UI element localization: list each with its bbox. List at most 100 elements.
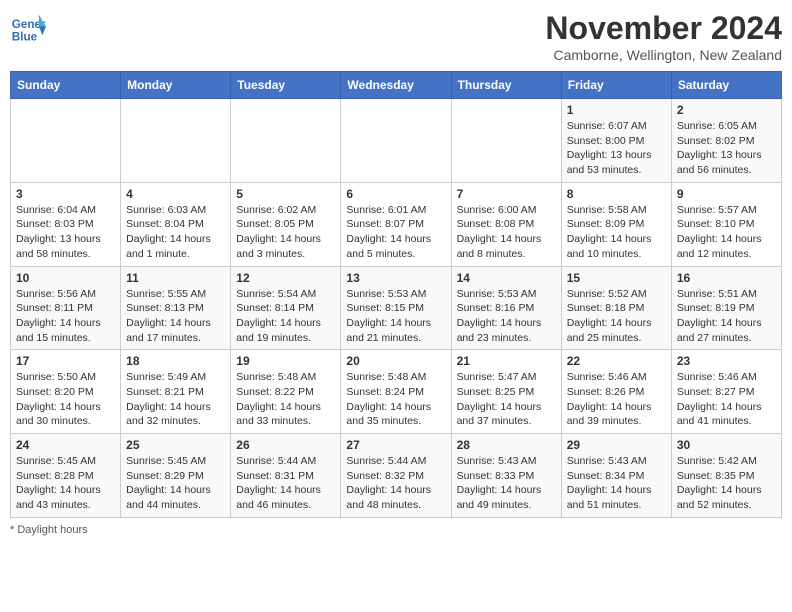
day-info: Sunrise: 5:46 AMSunset: 8:27 PMDaylight:… (677, 370, 776, 429)
day-info: Sunrise: 5:58 AMSunset: 8:09 PMDaylight:… (567, 203, 666, 262)
day-cell: 28Sunrise: 5:43 AMSunset: 8:33 PMDayligh… (451, 434, 561, 518)
day-number: 10 (16, 271, 115, 285)
day-cell: 8 Sunrise: 5:58 AMSunset: 8:09 PMDaylight… (561, 182, 671, 266)
day-cell: 26Sunrise: 5:44 AMSunset: 8:31 PMDayligh… (231, 434, 341, 518)
day-info: Sunrise: 5:50 AMSunset: 8:20 PMDaylight:… (16, 370, 115, 429)
day-info: Sunrise: 6:05 AMSunset: 8:02 PMDaylight:… (677, 119, 776, 178)
day-number: 11 (126, 271, 225, 285)
day-cell: 16 Sunrise: 5:51 AMSunset: 8:19 PMDayligh… (671, 266, 781, 350)
day-cell: 9 Sunrise: 5:57 AMSunset: 8:10 PMDaylight… (671, 182, 781, 266)
day-info: Sunrise: 6:07 AMSunset: 8:00 PMDaylight:… (567, 119, 666, 178)
day-cell: 3 Sunrise: 6:04 AMSunset: 8:03 PMDaylight… (11, 182, 121, 266)
day-cell: 17 Sunrise: 5:50 AMSunset: 8:20 PMDayligh… (11, 350, 121, 434)
day-number: 9 (677, 187, 776, 201)
day-info: Sunrise: 5:42 AMSunset: 8:35 PMDaylight:… (677, 454, 776, 513)
daylight-note: Daylight hours (17, 524, 87, 536)
day-info: Sunrise: 5:54 AMSunset: 8:14 PMDaylight:… (236, 287, 335, 346)
day-info: Sunrise: 5:57 AMSunset: 8:10 PMDaylight:… (677, 203, 776, 262)
day-cell (231, 99, 341, 183)
calendar-header: SundayMondayTuesdayWednesdayThursdayFrid… (11, 72, 782, 99)
calendar-table: SundayMondayTuesdayWednesdayThursdayFrid… (10, 71, 782, 518)
location: Camborne, Wellington, New Zealand (545, 47, 782, 63)
col-header-friday: Friday (561, 72, 671, 99)
day-info: Sunrise: 5:48 AMSunset: 8:24 PMDaylight:… (346, 370, 445, 429)
day-number: 20 (346, 354, 445, 368)
col-header-tuesday: Tuesday (231, 72, 341, 99)
day-cell: 29 Sunrise: 5:43 AMSunset: 8:34 PMDayligh… (561, 434, 671, 518)
day-cell: 30 Sunrise: 5:42 AMSunset: 8:35 PMDayligh… (671, 434, 781, 518)
day-number: 16 (677, 271, 776, 285)
footer-note: * Daylight hours (10, 524, 782, 536)
week-row-2: 3 Sunrise: 6:04 AMSunset: 8:03 PMDaylight… (11, 182, 782, 266)
day-cell (451, 99, 561, 183)
day-cell: 13 Sunrise: 5:53 AMSunset: 8:15 PMDayligh… (341, 266, 451, 350)
day-info: Sunrise: 6:00 AMSunset: 8:08 PMDaylight:… (457, 203, 556, 262)
day-info: Sunrise: 6:04 AMSunset: 8:03 PMDaylight:… (16, 203, 115, 262)
col-header-saturday: Saturday (671, 72, 781, 99)
day-number: 30 (677, 438, 776, 452)
day-number: 25 (126, 438, 225, 452)
day-cell: 12 Sunrise: 5:54 AMSunset: 8:14 PMDayligh… (231, 266, 341, 350)
calendar-body: 1 Sunrise: 6:07 AMSunset: 8:00 PMDaylight… (11, 99, 782, 518)
day-cell: 23 Sunrise: 5:46 AMSunset: 8:27 PMDayligh… (671, 350, 781, 434)
day-info: Sunrise: 5:49 AMSunset: 8:21 PMDaylight:… (126, 370, 225, 429)
day-info: Sunrise: 5:46 AMSunset: 8:26 PMDaylight:… (567, 370, 666, 429)
week-row-4: 17 Sunrise: 5:50 AMSunset: 8:20 PMDayligh… (11, 350, 782, 434)
day-info: Sunrise: 5:56 AMSunset: 8:11 PMDaylight:… (16, 287, 115, 346)
day-number: 17 (16, 354, 115, 368)
day-number: 29 (567, 438, 666, 452)
svg-text:Blue: Blue (12, 31, 38, 44)
col-header-monday: Monday (121, 72, 231, 99)
col-header-sunday: Sunday (11, 72, 121, 99)
page-header: General Blue November 2024 Camborne, Wel… (10, 10, 782, 63)
day-info: Sunrise: 5:55 AMSunset: 8:13 PMDaylight:… (126, 287, 225, 346)
day-cell: 24 Sunrise: 5:45 AMSunset: 8:28 PMDayligh… (11, 434, 121, 518)
day-cell: 4Sunrise: 6:03 AMSunset: 8:04 PMDaylight… (121, 182, 231, 266)
day-cell: 2Sunrise: 6:05 AMSunset: 8:02 PMDaylight… (671, 99, 781, 183)
day-number: 1 (567, 103, 666, 117)
day-info: Sunrise: 5:44 AMSunset: 8:32 PMDaylight:… (346, 454, 445, 513)
day-number: 8 (567, 187, 666, 201)
day-info: Sunrise: 5:52 AMSunset: 8:18 PMDaylight:… (567, 287, 666, 346)
day-info: Sunrise: 5:51 AMSunset: 8:19 PMDaylight:… (677, 287, 776, 346)
day-info: Sunrise: 5:47 AMSunset: 8:25 PMDaylight:… (457, 370, 556, 429)
day-number: 15 (567, 271, 666, 285)
day-number: 21 (457, 354, 556, 368)
day-number: 27 (346, 438, 445, 452)
day-info: Sunrise: 6:02 AMSunset: 8:05 PMDaylight:… (236, 203, 335, 262)
day-cell: 25Sunrise: 5:45 AMSunset: 8:29 PMDayligh… (121, 434, 231, 518)
day-number: 26 (236, 438, 335, 452)
day-info: Sunrise: 5:43 AMSunset: 8:33 PMDaylight:… (457, 454, 556, 513)
day-number: 13 (346, 271, 445, 285)
day-cell: 19Sunrise: 5:48 AMSunset: 8:22 PMDayligh… (231, 350, 341, 434)
day-number: 5 (236, 187, 335, 201)
day-number: 24 (16, 438, 115, 452)
day-cell: 6Sunrise: 6:01 AMSunset: 8:07 PMDaylight… (341, 182, 451, 266)
day-info: Sunrise: 5:43 AMSunset: 8:34 PMDaylight:… (567, 454, 666, 513)
day-number: 12 (236, 271, 335, 285)
col-header-thursday: Thursday (451, 72, 561, 99)
day-cell: 10 Sunrise: 5:56 AMSunset: 8:11 PMDayligh… (11, 266, 121, 350)
day-number: 22 (567, 354, 666, 368)
day-cell: 1 Sunrise: 6:07 AMSunset: 8:00 PMDaylight… (561, 99, 671, 183)
day-info: Sunrise: 6:03 AMSunset: 8:04 PMDaylight:… (126, 203, 225, 262)
header-row: SundayMondayTuesdayWednesdayThursdayFrid… (11, 72, 782, 99)
day-info: Sunrise: 5:53 AMSunset: 8:16 PMDaylight:… (457, 287, 556, 346)
day-cell: 7Sunrise: 6:00 AMSunset: 8:08 PMDaylight… (451, 182, 561, 266)
day-number: 19 (236, 354, 335, 368)
month-year: November 2024 (545, 10, 782, 47)
day-cell (341, 99, 451, 183)
day-info: Sunrise: 5:53 AMSunset: 8:15 PMDaylight:… (346, 287, 445, 346)
day-cell: 22 Sunrise: 5:46 AMSunset: 8:26 PMDayligh… (561, 350, 671, 434)
day-number: 23 (677, 354, 776, 368)
day-info: Sunrise: 5:45 AMSunset: 8:28 PMDaylight:… (16, 454, 115, 513)
day-cell: 20 Sunrise: 5:48 AMSunset: 8:24 PMDayligh… (341, 350, 451, 434)
day-cell (121, 99, 231, 183)
week-row-3: 10 Sunrise: 5:56 AMSunset: 8:11 PMDayligh… (11, 266, 782, 350)
day-number: 6 (346, 187, 445, 201)
day-number: 3 (16, 187, 115, 201)
day-cell: 14Sunrise: 5:53 AMSunset: 8:16 PMDayligh… (451, 266, 561, 350)
day-cell (11, 99, 121, 183)
day-cell: 11 Sunrise: 5:55 AMSunset: 8:13 PMDayligh… (121, 266, 231, 350)
day-number: 18 (126, 354, 225, 368)
